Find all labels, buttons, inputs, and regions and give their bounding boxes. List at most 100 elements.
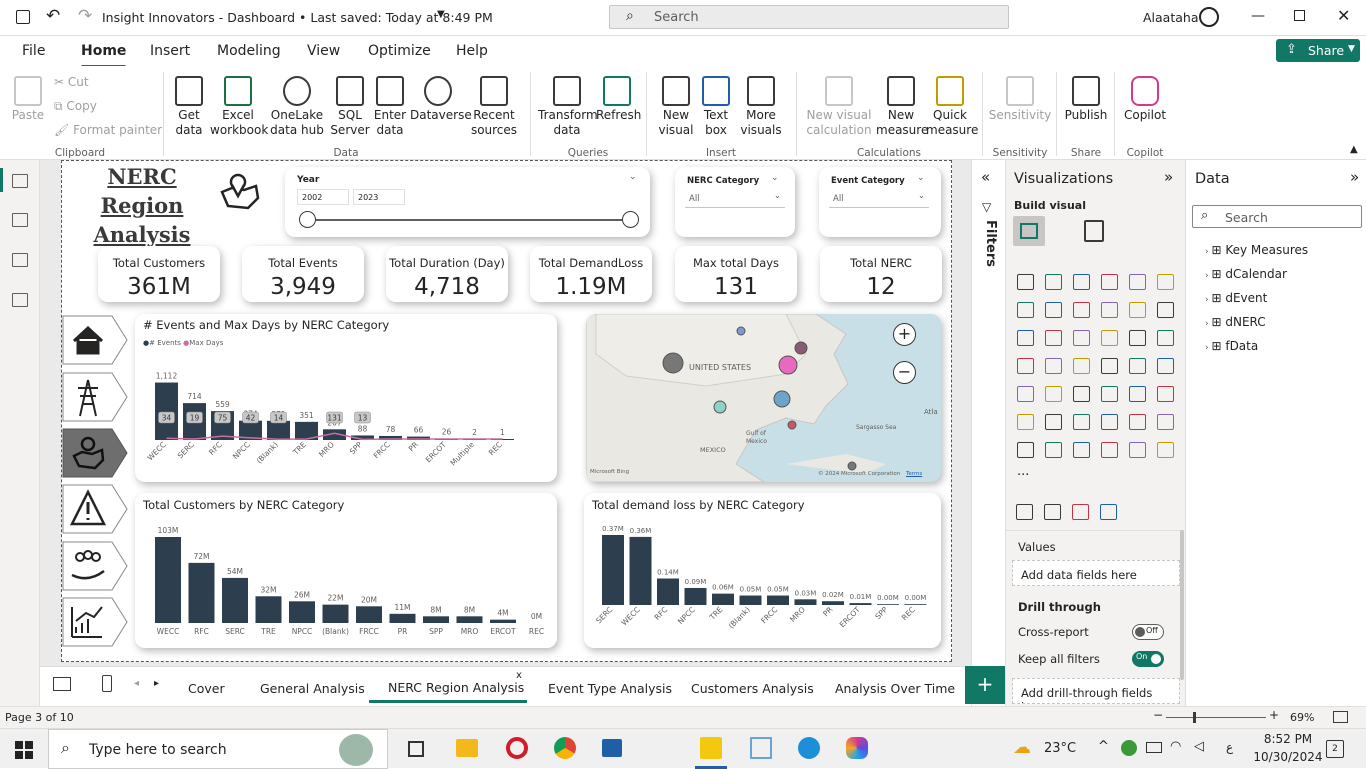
- opera-icon[interactable]: [506, 737, 528, 759]
- battery-icon[interactable]: [1146, 742, 1162, 753]
- keep-filters-toggle[interactable]: On: [1132, 651, 1164, 667]
- visual-type-icon[interactable]: [1017, 302, 1034, 318]
- table-view-icon[interactable]: [12, 213, 28, 227]
- tab-general-analysis[interactable]: General Analysis: [260, 681, 365, 696]
- visual-type-icon[interactable]: [1129, 442, 1146, 458]
- visual-type-icon[interactable]: [1017, 358, 1034, 374]
- tray-app-icon[interactable]: [1121, 740, 1137, 756]
- copilot-taskbar-icon[interactable]: [846, 737, 868, 759]
- search-box[interactable]: ⌕ Search: [609, 5, 1009, 29]
- chevron-down-icon[interactable]: ▼: [437, 9, 445, 20]
- visual-type-icon[interactable]: [1045, 274, 1062, 290]
- mobile-layout-icon[interactable]: [102, 675, 112, 692]
- tab-event-type-analysis[interactable]: Event Type Analysis: [548, 681, 672, 696]
- data-search-input[interactable]: ⌕ Search: [1192, 205, 1362, 228]
- chevron-left-icon[interactable]: ◂: [134, 678, 139, 689]
- volume-icon[interactable]: ◁: [1194, 739, 1204, 754]
- refresh-button[interactable]: Refresh: [596, 76, 641, 123]
- excel-button[interactable]: Excel workbook: [210, 76, 268, 138]
- year-from-input[interactable]: 2002: [297, 189, 349, 205]
- zoom-in-button[interactable]: +: [893, 323, 916, 346]
- more-icon[interactable]: ···: [1017, 468, 1029, 483]
- visual-type-icon[interactable]: [1101, 330, 1118, 346]
- menu-file[interactable]: File: [22, 43, 45, 59]
- chevron-right-icon[interactable]: ▸: [154, 678, 159, 689]
- get-data-button[interactable]: Get data: [168, 76, 210, 138]
- menu-modeling[interactable]: Modeling: [217, 43, 281, 59]
- file-explorer-icon[interactable]: [456, 739, 478, 757]
- visual-type-icon[interactable]: [1157, 414, 1174, 430]
- visual-type-icon[interactable]: [1073, 358, 1090, 374]
- visual-type-icon[interactable]: [1017, 330, 1034, 346]
- data-table-key-measures[interactable]: › ⊞ Key Measures: [1205, 243, 1308, 257]
- quick-measure-button[interactable]: Quick measure: [926, 76, 978, 138]
- visual-type-icon[interactable]: [1129, 358, 1146, 374]
- nav-grid-button[interactable]: [62, 372, 128, 422]
- visual-type-icon[interactable]: [1045, 358, 1062, 374]
- paste-button[interactable]: Paste: [8, 76, 48, 123]
- zoom-out-icon[interactable]: −: [1153, 708, 1163, 722]
- slider-handle-start[interactable]: [299, 211, 316, 228]
- visual-type-icon[interactable]: [1073, 386, 1090, 402]
- maximize-icon[interactable]: [1294, 10, 1305, 21]
- values-drop-zone[interactable]: Add data fields here: [1012, 560, 1180, 586]
- format-visual-icon[interactable]: [1084, 220, 1104, 242]
- notifications-icon[interactable]: 2: [1326, 740, 1344, 758]
- visual-type-icon[interactable]: [1129, 386, 1146, 402]
- desktop-layout-icon[interactable]: [53, 677, 71, 691]
- map-bubble[interactable]: [662, 352, 684, 374]
- onelake-button[interactable]: OneLake data hub: [266, 76, 328, 138]
- year-to-input[interactable]: 2023: [353, 189, 405, 205]
- custom-visual-icon[interactable]: [1100, 504, 1117, 520]
- visual-type-icon[interactable]: [1101, 414, 1118, 430]
- visual-type-icon[interactable]: [1045, 442, 1062, 458]
- powerbi-icon[interactable]: [700, 737, 722, 759]
- visual-type-icon[interactable]: [1017, 442, 1034, 458]
- new-visual-calculation-button[interactable]: New visual calculation: [804, 76, 874, 138]
- visual-type-icon[interactable]: [1073, 442, 1090, 458]
- menu-view[interactable]: View: [307, 43, 340, 59]
- sql-server-button[interactable]: SQL Server: [328, 76, 372, 138]
- copy-button[interactable]: ⧉ Copy: [54, 99, 97, 114]
- zoom-in-icon[interactable]: +: [1269, 708, 1279, 722]
- tab-cover[interactable]: Cover: [188, 681, 225, 696]
- scrollbar[interactable]: [1180, 530, 1184, 680]
- model-view-icon[interactable]: [12, 253, 28, 267]
- slider-handle-end[interactable]: [622, 211, 639, 228]
- chevron-right-icon[interactable]: »: [1164, 168, 1173, 186]
- tab-nerc-region-analysis[interactable]: NERC Region Analysis x: [369, 667, 527, 703]
- menu-help[interactable]: Help: [456, 43, 488, 59]
- enter-data-button[interactable]: Enter data: [372, 76, 408, 138]
- chevron-left-icon[interactable]: «: [981, 168, 990, 186]
- visual-type-icon[interactable]: [1157, 358, 1174, 374]
- visual-type-icon[interactable]: [1073, 302, 1090, 318]
- data-table-devent[interactable]: › ⊞ dEvent: [1205, 291, 1267, 305]
- visual-type-icon[interactable]: [1101, 386, 1118, 402]
- visual-type-icon[interactable]: [1045, 414, 1062, 430]
- chevron-down-icon[interactable]: ⌄: [917, 173, 925, 183]
- language-indicator[interactable]: ع: [1226, 740, 1233, 754]
- visual-type-icon[interactable]: [1045, 386, 1062, 402]
- visual-type-icon[interactable]: [1129, 414, 1146, 430]
- data-table-dcalendar[interactable]: › ⊞ dCalendar: [1205, 267, 1287, 281]
- add-page-button[interactable]: +: [965, 666, 1005, 704]
- close-icon[interactable]: ✕: [1337, 6, 1350, 25]
- visual-type-icon[interactable]: [1045, 330, 1062, 346]
- more-visuals-button[interactable]: More visuals: [736, 76, 786, 138]
- format-painter-button[interactable]: 🖌 Format painter: [54, 123, 162, 137]
- map-terms-link[interactable]: Terms: [906, 471, 922, 477]
- chevron-down-icon[interactable]: ⌄: [629, 172, 637, 182]
- visual-type-icon[interactable]: [1157, 386, 1174, 402]
- close-tab-icon[interactable]: x: [516, 670, 522, 681]
- chart-events-maxdays[interactable]: # Events and Max Days by NERC Category ●…: [135, 314, 557, 482]
- zoom-out-button[interactable]: −: [893, 361, 916, 384]
- edge-icon[interactable]: [798, 737, 820, 759]
- menu-insert[interactable]: Insert: [150, 43, 190, 59]
- map-bubble[interactable]: [713, 400, 727, 414]
- drill-drop-zone[interactable]: Add drill-through fields here: [1012, 678, 1180, 704]
- custom-visual-icon[interactable]: [1072, 504, 1089, 520]
- visual-type-icon[interactable]: [1017, 414, 1034, 430]
- report-view-icon[interactable]: [12, 174, 28, 188]
- nav-event-button[interactable]: [62, 484, 128, 534]
- menu-home[interactable]: Home: [81, 43, 127, 68]
